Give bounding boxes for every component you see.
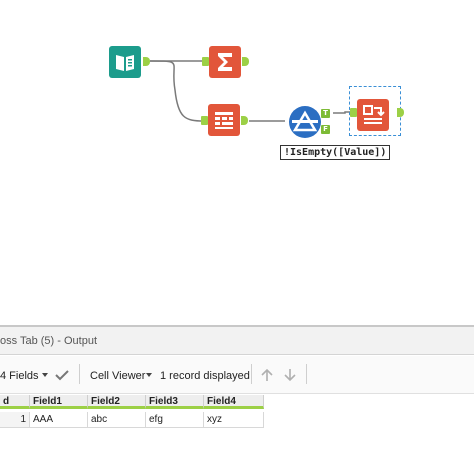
book-icon bbox=[116, 55, 134, 71]
table-cell[interactable]: abc bbox=[88, 412, 146, 428]
results-title-bar: oss Tab (5) - Output bbox=[0, 327, 474, 355]
cell-viewer-chevron-down-icon[interactable] bbox=[146, 373, 152, 377]
crosstab-icon bbox=[215, 112, 233, 129]
filter-true-anchor[interactable]: T bbox=[321, 109, 330, 118]
sigma-icon bbox=[218, 53, 232, 71]
filter-expression-annotation: !IsEmpty([Value]) bbox=[280, 145, 391, 160]
crosstab-output-anchor[interactable] bbox=[241, 116, 248, 125]
column-header[interactable]: Field3 bbox=[146, 395, 204, 409]
cell-viewer-dropdown[interactable]: Cell Viewer bbox=[90, 370, 145, 382]
transpose-icon bbox=[363, 105, 385, 124]
filter-false-anchor[interactable]: F bbox=[321, 125, 330, 134]
input-data-tool[interactable] bbox=[109, 46, 141, 78]
fields-dropdown[interactable]: 4 Fields bbox=[0, 370, 39, 382]
connection-input-to-crosstab bbox=[149, 60, 205, 122]
record-count: 1 record displayed bbox=[160, 370, 250, 382]
transpose-tool[interactable] bbox=[357, 99, 389, 131]
checkmark-icon[interactable] bbox=[54, 367, 70, 383]
crosstab-tool[interactable] bbox=[208, 104, 240, 136]
crosstab-input-anchor[interactable] bbox=[201, 116, 208, 125]
summarize-output-anchor[interactable] bbox=[242, 57, 249, 66]
row-number: 1 bbox=[0, 412, 30, 428]
results-title: oss Tab (5) - Output bbox=[0, 335, 98, 347]
column-header[interactable]: Field1 bbox=[30, 395, 88, 409]
toolbar-divider bbox=[306, 364, 307, 384]
table-cell[interactable]: xyz bbox=[204, 412, 264, 428]
input-output-anchor[interactable] bbox=[143, 57, 150, 66]
toolbar-divider bbox=[79, 364, 80, 384]
table-cell[interactable]: AAA bbox=[30, 412, 88, 428]
filter-tool[interactable] bbox=[289, 106, 321, 138]
column-header[interactable]: Field4 bbox=[204, 395, 264, 409]
arrow-up-icon[interactable] bbox=[259, 367, 275, 383]
column-header[interactable]: Field2 bbox=[88, 395, 146, 409]
arrow-down-icon[interactable] bbox=[282, 367, 298, 383]
summarize-tool[interactable] bbox=[209, 46, 241, 78]
transpose-input-anchor[interactable] bbox=[350, 108, 357, 117]
toolbar-divider bbox=[251, 364, 252, 384]
workflow-canvas[interactable]: T F !IsEmpty([Value]) bbox=[0, 0, 474, 325]
filter-triangle-icon bbox=[292, 110, 318, 132]
summarize-input-anchor[interactable] bbox=[202, 57, 209, 66]
column-header[interactable]: d bbox=[0, 395, 30, 409]
transpose-output-anchor[interactable] bbox=[397, 108, 404, 117]
table-cell[interactable]: efg bbox=[146, 412, 204, 428]
results-panel: oss Tab (5) - Output 4 Fields Cell Viewe… bbox=[0, 325, 474, 463]
fields-chevron-down-icon[interactable] bbox=[42, 373, 48, 377]
results-toolbar: 4 Fields Cell Viewer 1 record displayed bbox=[0, 356, 474, 394]
